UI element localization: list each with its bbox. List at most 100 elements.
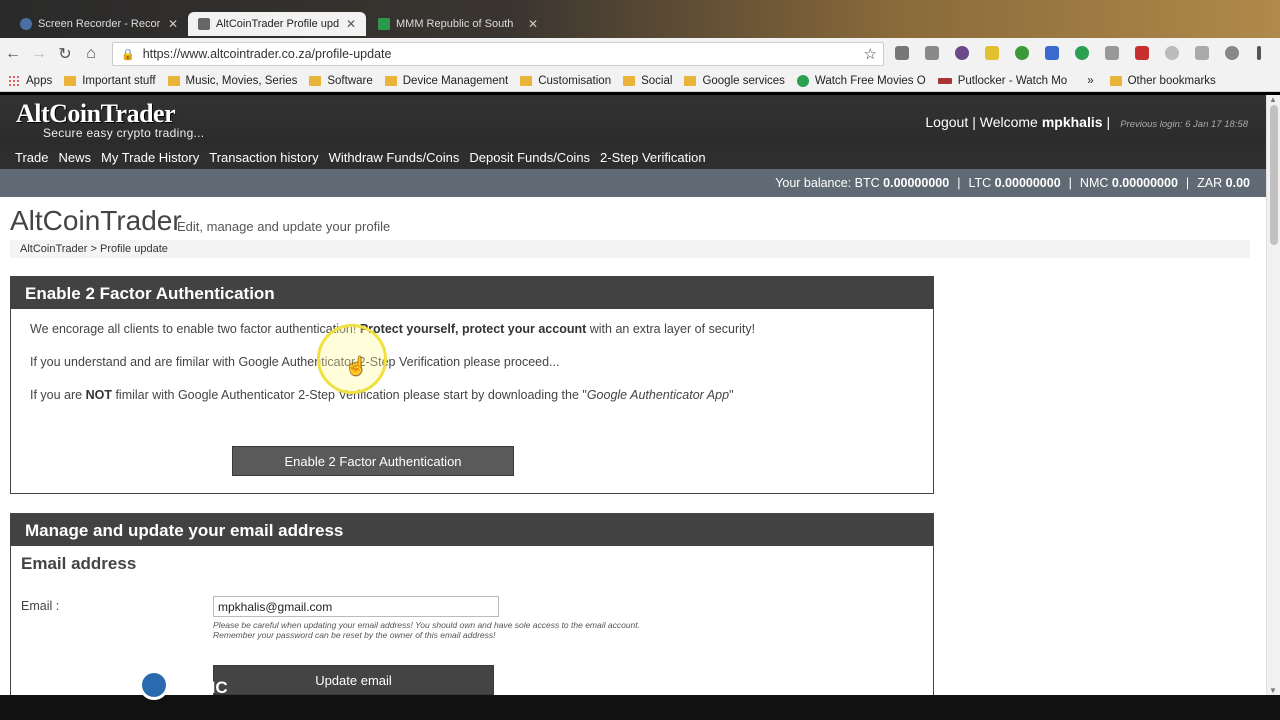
welcome-prefix: | Welcome <box>972 114 1038 130</box>
extension-icon[interactable] <box>1105 46 1119 60</box>
folder-icon <box>64 75 77 86</box>
watermark-left: SCREENCAST <box>16 678 134 697</box>
balance-nmc-currency: NMC <box>1079 176 1109 190</box>
scroll-up-icon[interactable]: ▲ <box>1269 95 1277 104</box>
folder-icon <box>167 75 180 86</box>
apps-icon <box>8 74 20 87</box>
address-bar[interactable]: 🔒 https://www.altcointrader.co.za/profil… <box>112 42 884 66</box>
bookmark-watch-free-movies[interactable]: Watch Free Movies O <box>791 74 932 87</box>
extension-icon[interactable] <box>1165 46 1179 60</box>
site-tagline: Secure easy crypto trading... <box>43 126 205 140</box>
close-tab-icon[interactable]: ✕ <box>168 17 178 31</box>
menu-icon[interactable] <box>1257 46 1261 60</box>
balance-ltc: 0.00000000 <box>994 176 1061 190</box>
bookmarks-bar: Apps Important stuff Music, Movies, Seri… <box>0 70 1280 92</box>
username: mpkhalis <box>1041 114 1103 130</box>
home-icon[interactable]: ⌂ <box>78 41 104 67</box>
balance-ltc-currency: LTC <box>968 176 992 190</box>
site-logo[interactable]: AltCoinTrader <box>16 99 176 129</box>
nav-transaction-history[interactable]: Transaction history <box>209 150 318 165</box>
twofa-heading: Enable 2 Factor Authentication <box>11 277 933 309</box>
browser-tab-screen-recorder[interactable]: Screen Recorder - Recor ✕ <box>10 12 188 36</box>
bookmark-folder[interactable]: Software <box>303 75 378 87</box>
bookmark-folder[interactable]: Music, Movies, Series <box>162 75 304 87</box>
browser-tab-altcointrader[interactable]: AltCoinTrader Profile upd ✕ <box>188 12 366 36</box>
folder-icon <box>520 75 533 86</box>
twofa-body: We encorage all clients to enable two fa… <box>11 309 933 435</box>
play-icon <box>796 74 809 87</box>
back-icon[interactable]: ← <box>0 41 26 67</box>
folder-icon <box>623 75 636 86</box>
close-tab-icon[interactable]: ✕ <box>346 17 356 31</box>
bookmarks-overflow-chevron-icon[interactable]: » <box>1081 75 1099 87</box>
user-welcome: Logout | Welcome mpkhalis | Previous log… <box>925 114 1248 130</box>
bookmark-star-icon[interactable]: ☆ <box>864 45 877 63</box>
extension-icon[interactable] <box>1075 46 1089 60</box>
balance-zar-currency: ZAR <box>1197 176 1223 190</box>
browser-tab-mmm[interactable]: MMM Republic of South ✕ <box>368 12 548 36</box>
bookmark-folder[interactable]: Google services <box>678 75 790 87</box>
scroll-down-icon[interactable]: ▼ <box>1269 686 1277 695</box>
bookmark-folder[interactable]: Important stuff <box>58 75 161 87</box>
extension-icon[interactable] <box>955 46 969 60</box>
extension-icon[interactable] <box>925 46 939 60</box>
twofa-proceed-text: If you understand and are fimilar with G… <box>30 354 560 369</box>
twofa-panel: Enable 2 Factor Authentication We encora… <box>10 276 934 494</box>
nav-withdraw[interactable]: Withdraw Funds/Coins <box>329 150 460 165</box>
folder-icon <box>384 75 397 86</box>
extension-icon[interactable] <box>1135 46 1149 60</box>
folder-icon <box>1109 75 1122 86</box>
nav-2-step-verification[interactable]: 2-Step Verification <box>600 150 706 165</box>
balance-bar: Your balance: BTC 0.00000000 | LTC 0.000… <box>0 169 1266 197</box>
bookmark-folder[interactable]: Social <box>617 75 678 87</box>
screencast-logo-icon <box>139 670 170 700</box>
bookmark-putlocker[interactable]: Putlocker - Watch Mo <box>932 75 1074 87</box>
balance-btc-currency: BTC <box>854 176 880 190</box>
bookmark-folder[interactable]: Customisation <box>514 75 617 87</box>
breadcrumb-text[interactable]: AltCoinTrader > Profile update <box>20 243 168 255</box>
nav-my-trade-history[interactable]: My Trade History <box>101 150 199 165</box>
page-icon <box>198 18 210 30</box>
screencast-watermark: RECORDED WITH SCREENCAST MATIC <box>16 663 228 700</box>
email-field[interactable] <box>213 596 499 617</box>
extension-icon[interactable] <box>1015 46 1029 60</box>
forward-icon[interactable]: → <box>26 41 52 67</box>
breadcrumb: AltCoinTrader > Profile update <box>10 240 1250 258</box>
nav-deposit[interactable]: Deposit Funds/Coins <box>469 150 590 165</box>
scroll-thumb[interactable] <box>1270 105 1278 245</box>
extension-icon[interactable] <box>1045 46 1059 60</box>
extension-icon[interactable] <box>895 46 909 60</box>
bookmark-apps[interactable]: Apps <box>2 74 58 87</box>
welcome-suffix: | <box>1106 114 1111 130</box>
email-panel-heading: Manage and update your email address <box>11 514 933 546</box>
email-label: Email : <box>21 599 60 613</box>
folder-icon <box>309 75 322 86</box>
bookmark-other[interactable]: Other bookmarks <box>1104 75 1222 87</box>
enable-2fa-button[interactable]: Enable 2 Factor Authentication <box>232 446 514 476</box>
url-text: https://www.altcointrader.co.za/profile-… <box>142 47 392 61</box>
bookmark-folder[interactable]: Device Management <box>379 75 514 87</box>
watermark-right: MATIC <box>175 678 228 697</box>
page-subtitle: Edit, manage and update your profile <box>177 219 391 234</box>
recorder-icon <box>20 18 32 30</box>
close-tab-icon[interactable]: ✕ <box>528 17 538 31</box>
twofa-download-text: If you are NOT fimilar with Google Authe… <box>30 387 734 402</box>
extension-icon[interactable] <box>1195 46 1209 60</box>
twofa-intro: We encorage all clients to enable two fa… <box>30 322 756 336</box>
update-email-button[interactable]: Update email <box>213 665 494 695</box>
nav-trade[interactable]: Trade <box>15 150 48 165</box>
extension-icon[interactable] <box>985 46 999 60</box>
reload-icon[interactable]: ↻ <box>52 41 78 67</box>
extension-icon[interactable] <box>1225 46 1239 60</box>
lock-icon: 🔒 <box>121 48 135 61</box>
site-nav: Trade News My Trade History Transaction … <box>0 145 1266 169</box>
balance-btc: 0.00000000 <box>883 176 950 190</box>
email-warning-note: Please be careful when updating your ema… <box>213 620 641 641</box>
mmm-icon <box>378 18 390 30</box>
nav-news[interactable]: News <box>58 150 91 165</box>
logout-link[interactable]: Logout <box>925 114 968 130</box>
site-header: AltCoinTrader Secure easy crypto trading… <box>0 95 1266 145</box>
page-scrollbar[interactable]: ▲ ▼ <box>1266 95 1280 695</box>
previous-login: Previous login: 6 Jan 17 18:58 <box>1120 119 1248 130</box>
hand-cursor-icon: ☝ <box>345 356 368 376</box>
